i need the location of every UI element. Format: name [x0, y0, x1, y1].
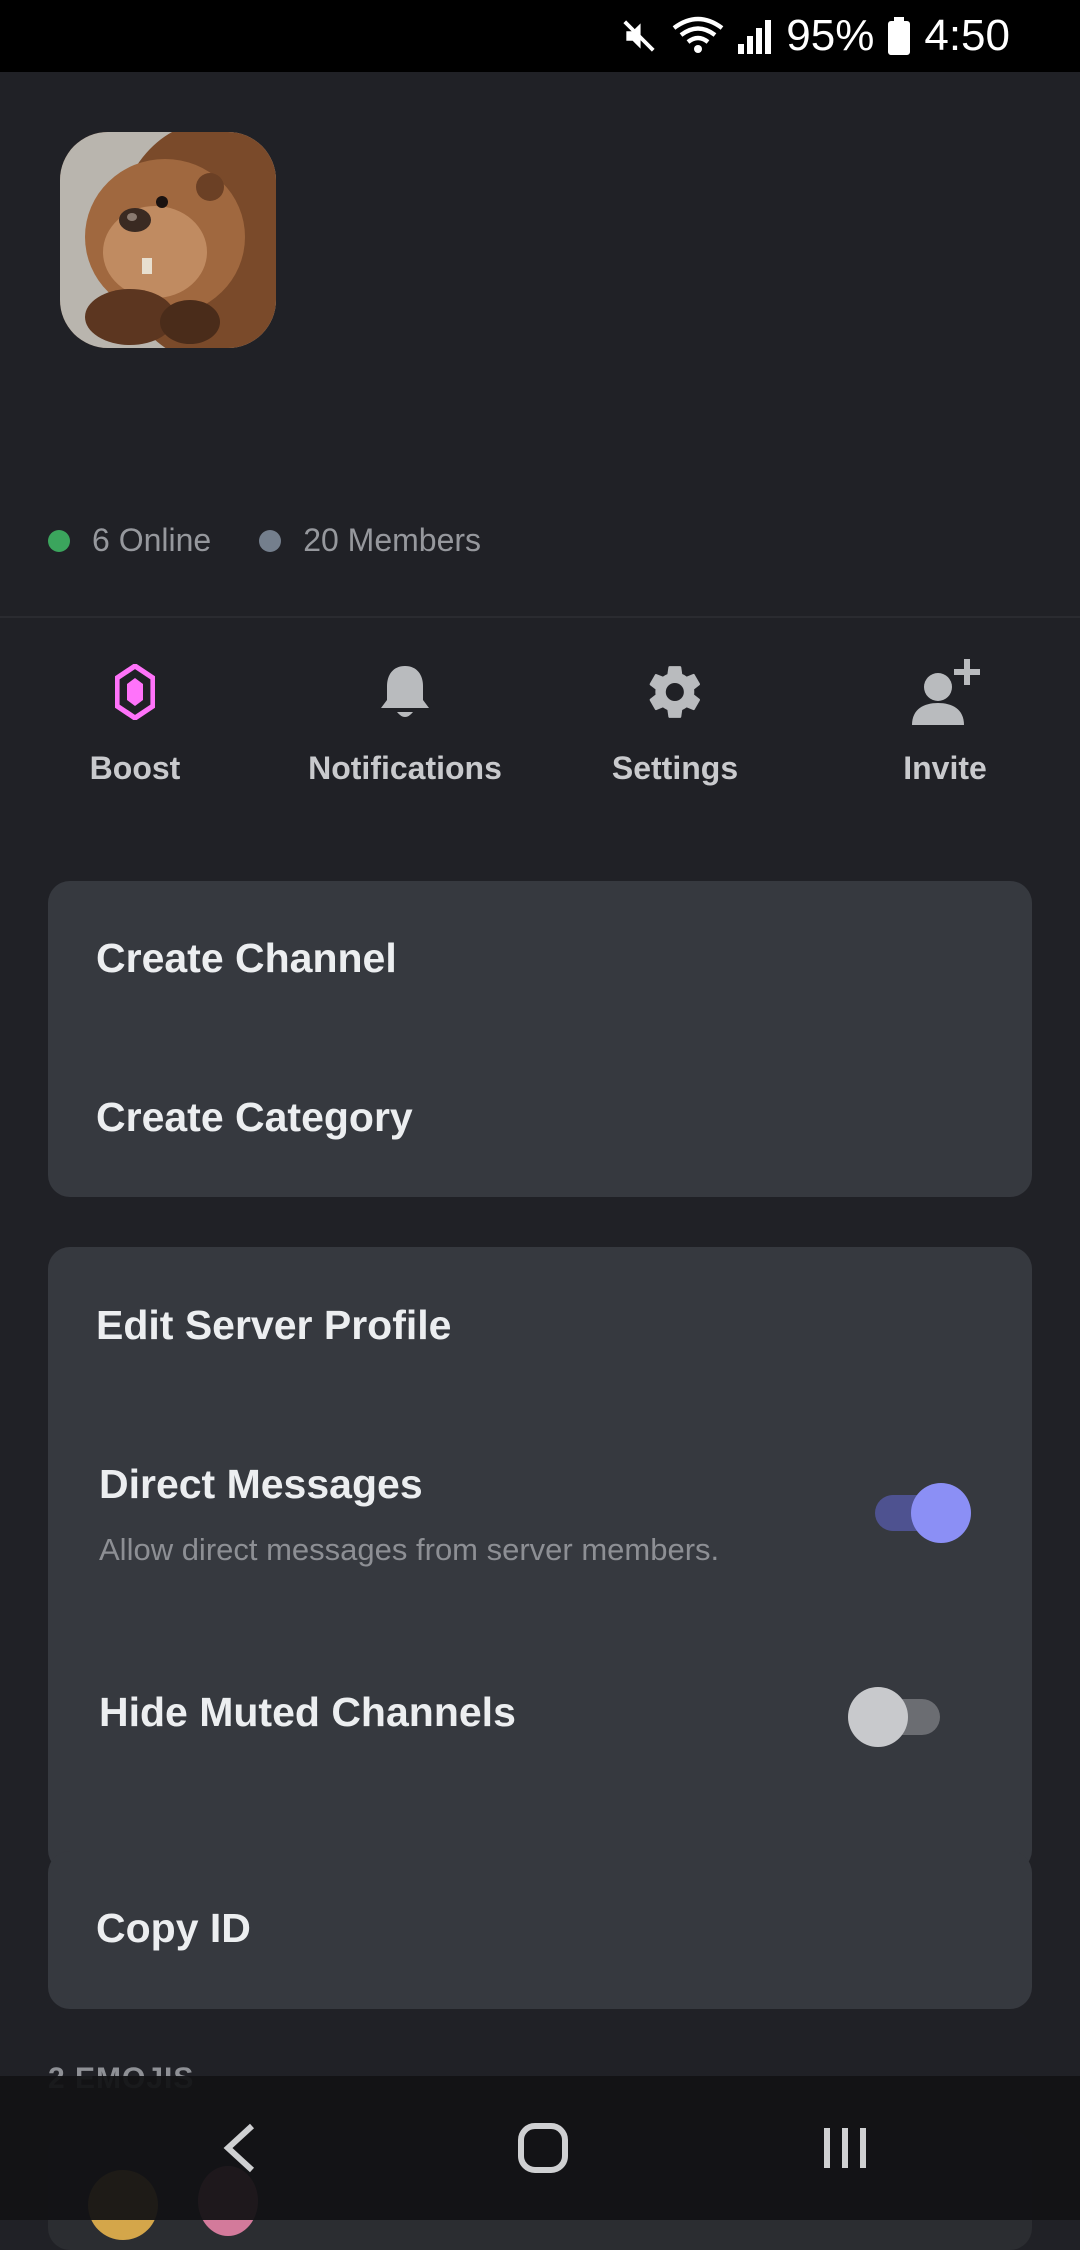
toggle-knob [848, 1687, 908, 1747]
signal-icon [738, 18, 772, 54]
create-category-item[interactable]: Create Category [96, 1094, 413, 1141]
members-dot [259, 529, 282, 552]
recent-apps-button[interactable] [745, 2076, 945, 2220]
home-button[interactable] [443, 2076, 643, 2220]
online-dot [48, 529, 70, 552]
mute-icon [620, 17, 658, 55]
settings-label: Settings [611, 750, 739, 786]
bell-icon [377, 652, 433, 732]
wifi-icon [672, 16, 724, 56]
divider [0, 616, 1080, 618]
recent-apps-icon [824, 2128, 866, 2168]
server-menu-sheet: 6 Online 20 Members Boost Notifications … [0, 72, 1080, 2220]
battery-percent: 95% [786, 11, 875, 60]
gear-icon [644, 652, 706, 732]
create-channel-item[interactable]: Create Channel [96, 935, 397, 982]
boost-button[interactable]: Boost [15, 652, 255, 792]
online-count: 6 Online [48, 522, 211, 559]
battery-icon [888, 17, 911, 55]
member-count-label: 20 Members [303, 522, 482, 558]
beaver-avatar-image [60, 132, 276, 348]
toggle-knob [911, 1483, 971, 1543]
settings-button[interactable]: Settings [555, 652, 795, 792]
back-chevron-icon [223, 2123, 255, 2173]
member-count: 20 Members [259, 522, 481, 559]
server-presence: 6 Online 20 Members [48, 522, 481, 559]
hide-muted-channels-label: Hide Muted Channels [99, 1689, 516, 1735]
edit-server-profile-item[interactable]: Edit Server Profile [96, 1302, 451, 1349]
quick-actions: Boost Notifications Settings Invite [0, 652, 1080, 792]
direct-messages-description: Allow direct messages from server member… [99, 1532, 720, 1567]
server-icon [60, 132, 276, 348]
notifications-label: Notifications [308, 750, 502, 786]
copy-id-card: Copy ID [48, 1851, 1032, 2009]
add-user-icon [910, 652, 980, 732]
system-navigation-bar [0, 2076, 1080, 2220]
status-indicators: 95% 4:50 [620, 0, 1010, 72]
hide-muted-channels-toggle[interactable] [848, 1687, 944, 1747]
invite-button[interactable]: Invite [825, 652, 1065, 792]
create-card: Create Channel Create Category [48, 881, 1032, 1197]
notifications-button[interactable]: Notifications [285, 652, 525, 792]
status-bar: 95% 4:50 [0, 0, 1080, 72]
back-button[interactable] [140, 2076, 340, 2220]
invite-label: Invite [903, 750, 987, 786]
online-count-label: 6 Online [92, 522, 212, 558]
clock: 4:50 [924, 11, 1010, 60]
boost-label: Boost [89, 750, 181, 786]
boost-gem-icon [115, 652, 155, 732]
server-settings-card: Edit Server Profile Direct Messages Allo… [48, 1247, 1032, 1872]
home-icon [518, 2123, 568, 2173]
direct-messages-label: Direct Messages [99, 1461, 423, 1507]
copy-id-item[interactable]: Copy ID [96, 1905, 251, 1952]
direct-messages-toggle[interactable] [871, 1483, 971, 1543]
